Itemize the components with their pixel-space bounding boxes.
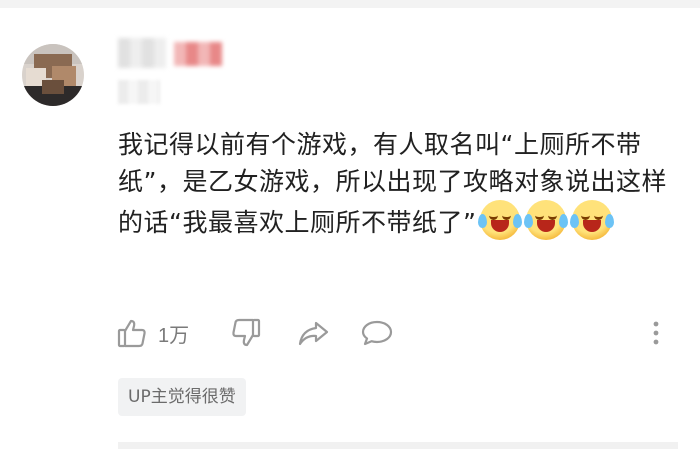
bottom-divider: [118, 442, 678, 449]
laughing-crying-emoji: [524, 200, 569, 240]
laughing-crying-emoji: [570, 200, 615, 240]
thumbs-down-icon: [230, 317, 262, 349]
username-blurred[interactable]: [118, 38, 166, 68]
dislike-button[interactable]: [230, 316, 262, 350]
up-liked-tag: UP主觉得很赞: [118, 378, 246, 416]
reply-icon: [360, 317, 394, 349]
share-icon: [296, 317, 330, 349]
avatar[interactable]: [22, 44, 84, 106]
more-button[interactable]: [646, 316, 666, 350]
more-icon: [646, 317, 666, 349]
like-button[interactable]: 1万: [116, 316, 189, 350]
comment-actions: 1万: [116, 316, 676, 350]
timestamp-blurred: [118, 80, 160, 104]
top-divider: [0, 0, 700, 8]
thumbs-up-icon: [116, 317, 148, 349]
level-badge-blurred: [174, 42, 222, 66]
comment-text-block: 我记得以前有个游戏，有人取名叫“上厕所不带纸”，是乙女游戏，所以出现了攻略对象说…: [118, 126, 678, 241]
emoji-group: [478, 200, 615, 240]
share-button[interactable]: [296, 316, 330, 350]
laughing-crying-emoji: [478, 200, 523, 240]
like-count: 1万: [158, 324, 190, 347]
reply-button[interactable]: [360, 316, 394, 350]
